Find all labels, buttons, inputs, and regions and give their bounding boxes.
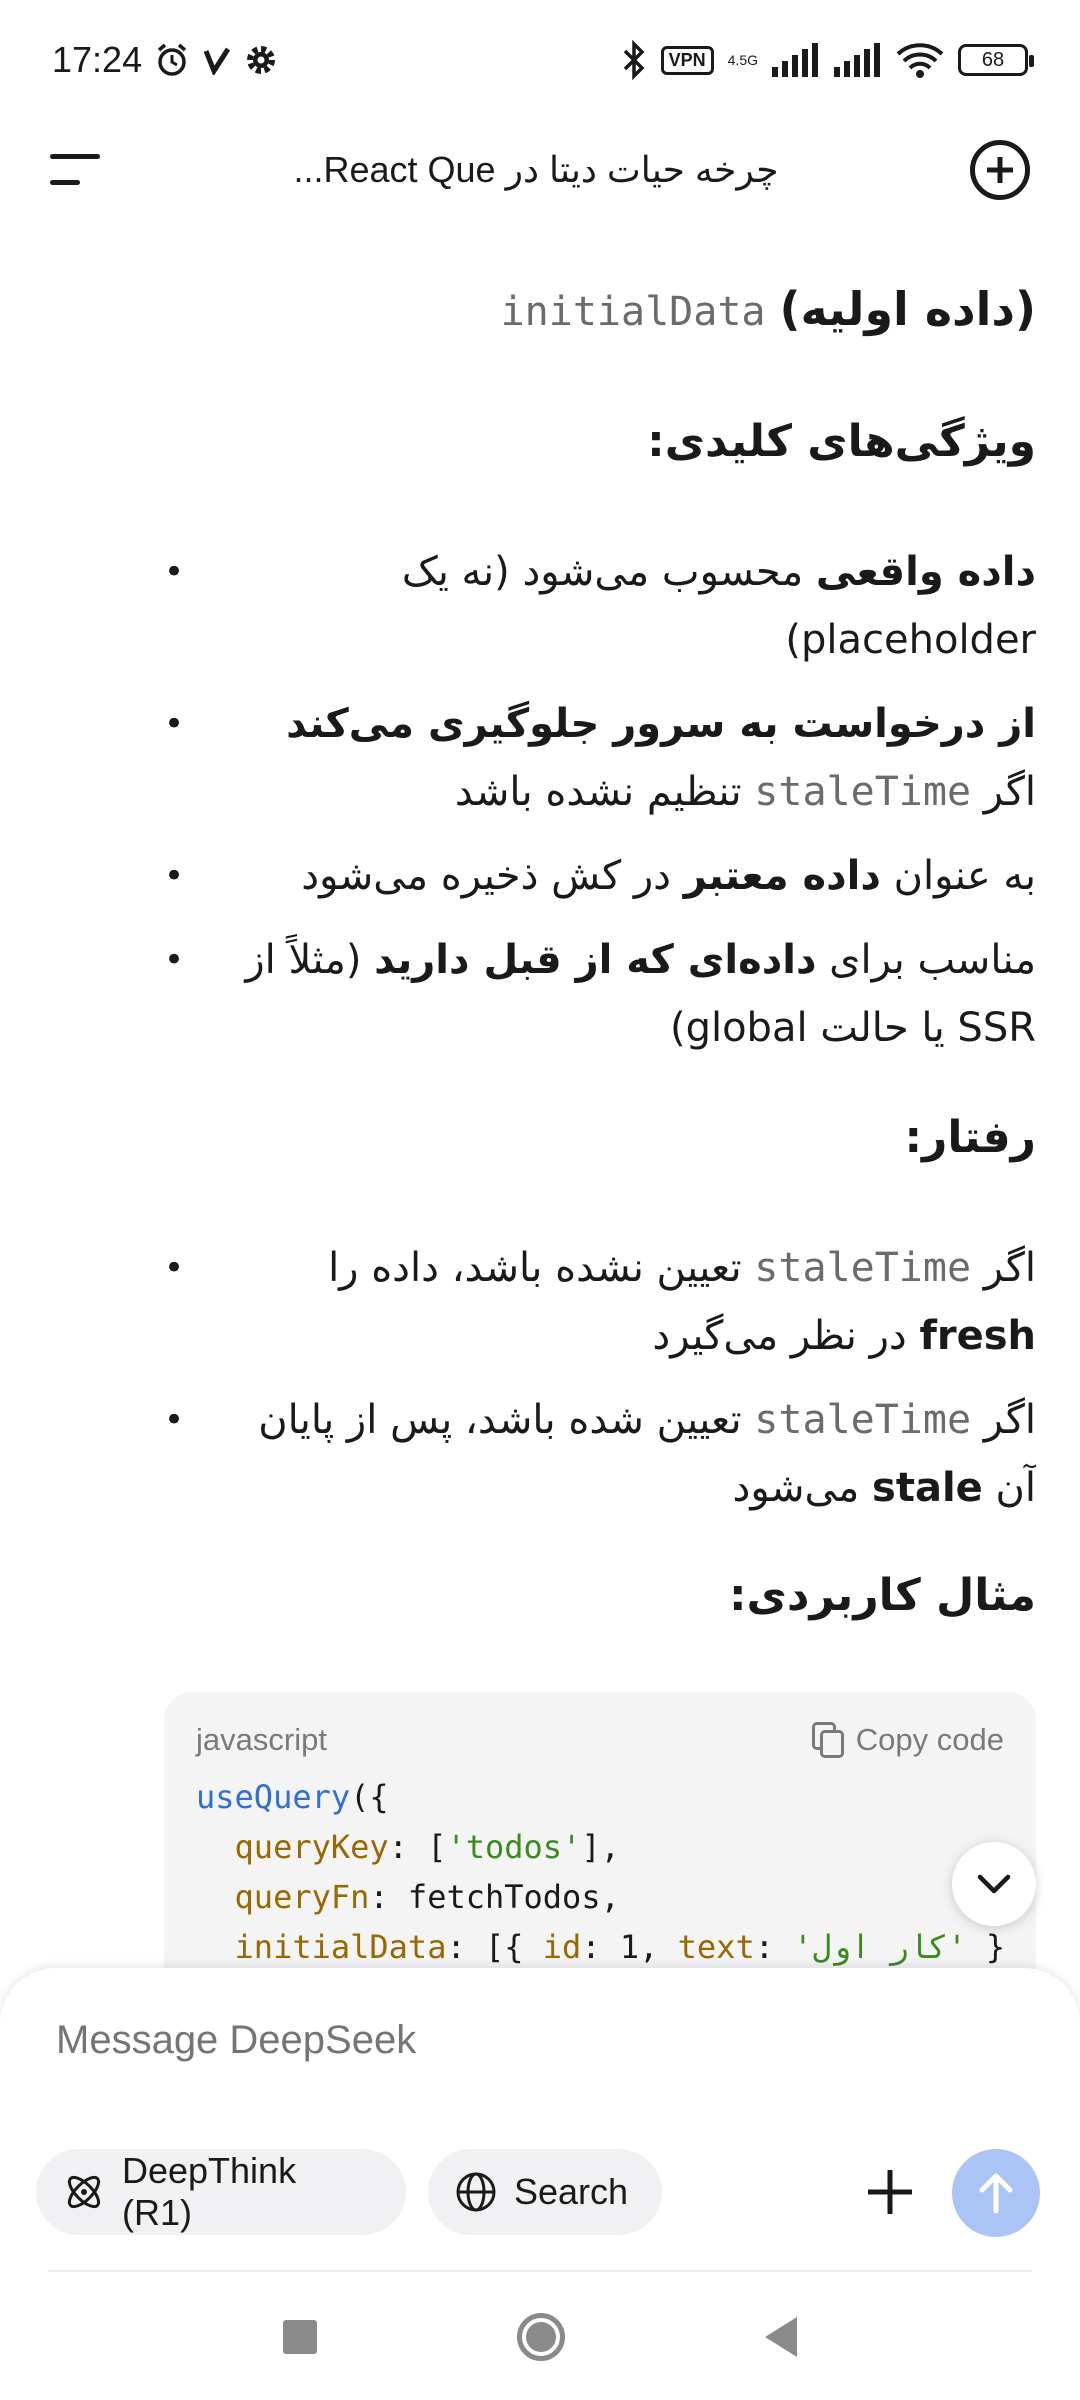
send-button[interactable]	[952, 2149, 1040, 2237]
features-title: ویژگی‌های کلیدی:	[647, 416, 1036, 467]
heading-code: initialData	[500, 289, 766, 335]
copy-icon	[811, 1722, 846, 1758]
code-block: javascript Copy code useQuery({ queryKey…	[164, 1692, 1036, 1980]
search-toggle[interactable]: Search	[428, 2149, 662, 2235]
atom-icon	[67, 2175, 101, 2209]
message-composer: DeepThink (R1) Search	[0, 1968, 1080, 2400]
menu-icon	[50, 180, 80, 185]
list-item: به عنوان داده معتبر در کش ذخیره می‌شود	[164, 842, 1036, 910]
code-line: initialData: [{ id: 1, text: 'کار اول' }	[234, 1928, 1006, 1966]
wifi-icon	[896, 43, 944, 78]
code-line: queryFn: fetchTodos,	[234, 1878, 620, 1916]
back-button[interactable]	[765, 2317, 797, 2357]
list-item: اگر staleTime تعیین نشده باشد، داده را f…	[164, 1234, 1036, 1370]
deepthink-toggle[interactable]: DeepThink (R1)	[36, 2149, 406, 2235]
status-bar: 17:24 VPN 4.5G 68	[0, 0, 1080, 120]
vpn-icon: VPN	[660, 45, 714, 75]
network-type: 4.5G	[727, 52, 758, 68]
list-item: مناسب برای داده‌ای که از قبل دارید (مثلا…	[164, 926, 1036, 1062]
example-title: مثال کاربردی:	[728, 1570, 1036, 1621]
menu-button[interactable]	[50, 150, 102, 190]
clock: 17:24	[52, 39, 143, 80]
copy-code-label: Copy code	[855, 1722, 1004, 1757]
assistant-message: (داده اولیه) initialData ویژگی‌های کلیدی…	[164, 220, 1036, 1980]
chat-header: چرخه حیات دیتا در React Que...	[0, 120, 1080, 220]
message-input[interactable]	[56, 2018, 1016, 2063]
plus-icon	[868, 2170, 912, 2214]
arrow-up-icon	[979, 2173, 1013, 2214]
chat-title[interactable]: چرخه حیات دیتا در React Que...	[102, 149, 970, 191]
features-list: داده واقعی محسوب می‌شود (نه یک placehold…	[164, 538, 1036, 1062]
list-item: از درخواست به سرور جلوگیری می‌کند اگر st…	[164, 690, 1036, 826]
alarm-icon	[157, 43, 187, 76]
section-heading: (داده اولیه) initialData	[164, 280, 1036, 340]
system-navigation-bar	[0, 2274, 1080, 2400]
signal-icon	[834, 43, 880, 77]
search-label: Search	[514, 2171, 629, 2212]
attach-button[interactable]	[850, 2152, 930, 2232]
chevron-down-icon	[977, 1874, 1011, 1894]
globe-icon	[456, 2172, 496, 2212]
deepthink-label: DeepThink (R1)	[121, 2150, 297, 2233]
signal-icon	[772, 43, 818, 77]
check-mark-icon	[203, 47, 231, 75]
new-chat-button[interactable]	[970, 140, 1030, 200]
code-header: javascript Copy code	[196, 1722, 1004, 1758]
copy-code-button[interactable]: Copy code	[811, 1722, 1004, 1758]
scroll-to-bottom-button[interactable]	[952, 1842, 1036, 1926]
list-item: اگر staleTime تعیین شده باشد، پس از پایا…	[164, 1386, 1036, 1522]
code-line: queryKey: ['todos'],	[234, 1828, 620, 1866]
plus-icon	[987, 157, 1013, 183]
recent-apps-button[interactable]	[283, 2320, 317, 2354]
behavior-list: اگر staleTime تعیین نشده باشد، داده را f…	[164, 1234, 1036, 1522]
behavior-title: رفتار:	[904, 1112, 1036, 1163]
code-line: useQuery({	[196, 1778, 389, 1816]
bluetooth-icon	[623, 40, 645, 80]
gear-icon	[247, 46, 276, 74]
code-language: javascript	[196, 1722, 327, 1757]
list-item: داده واقعی محسوب می‌شود (نه یک placehold…	[164, 538, 1036, 674]
heading-text: (داده اولیه)	[779, 282, 1036, 336]
battery-icon: 68	[958, 44, 1034, 76]
code-content: useQuery({ queryKey: ['todos'], queryFn:…	[196, 1772, 1006, 1972]
menu-icon	[50, 154, 100, 159]
divider	[48, 2270, 1032, 2272]
home-button[interactable]	[517, 2313, 565, 2361]
